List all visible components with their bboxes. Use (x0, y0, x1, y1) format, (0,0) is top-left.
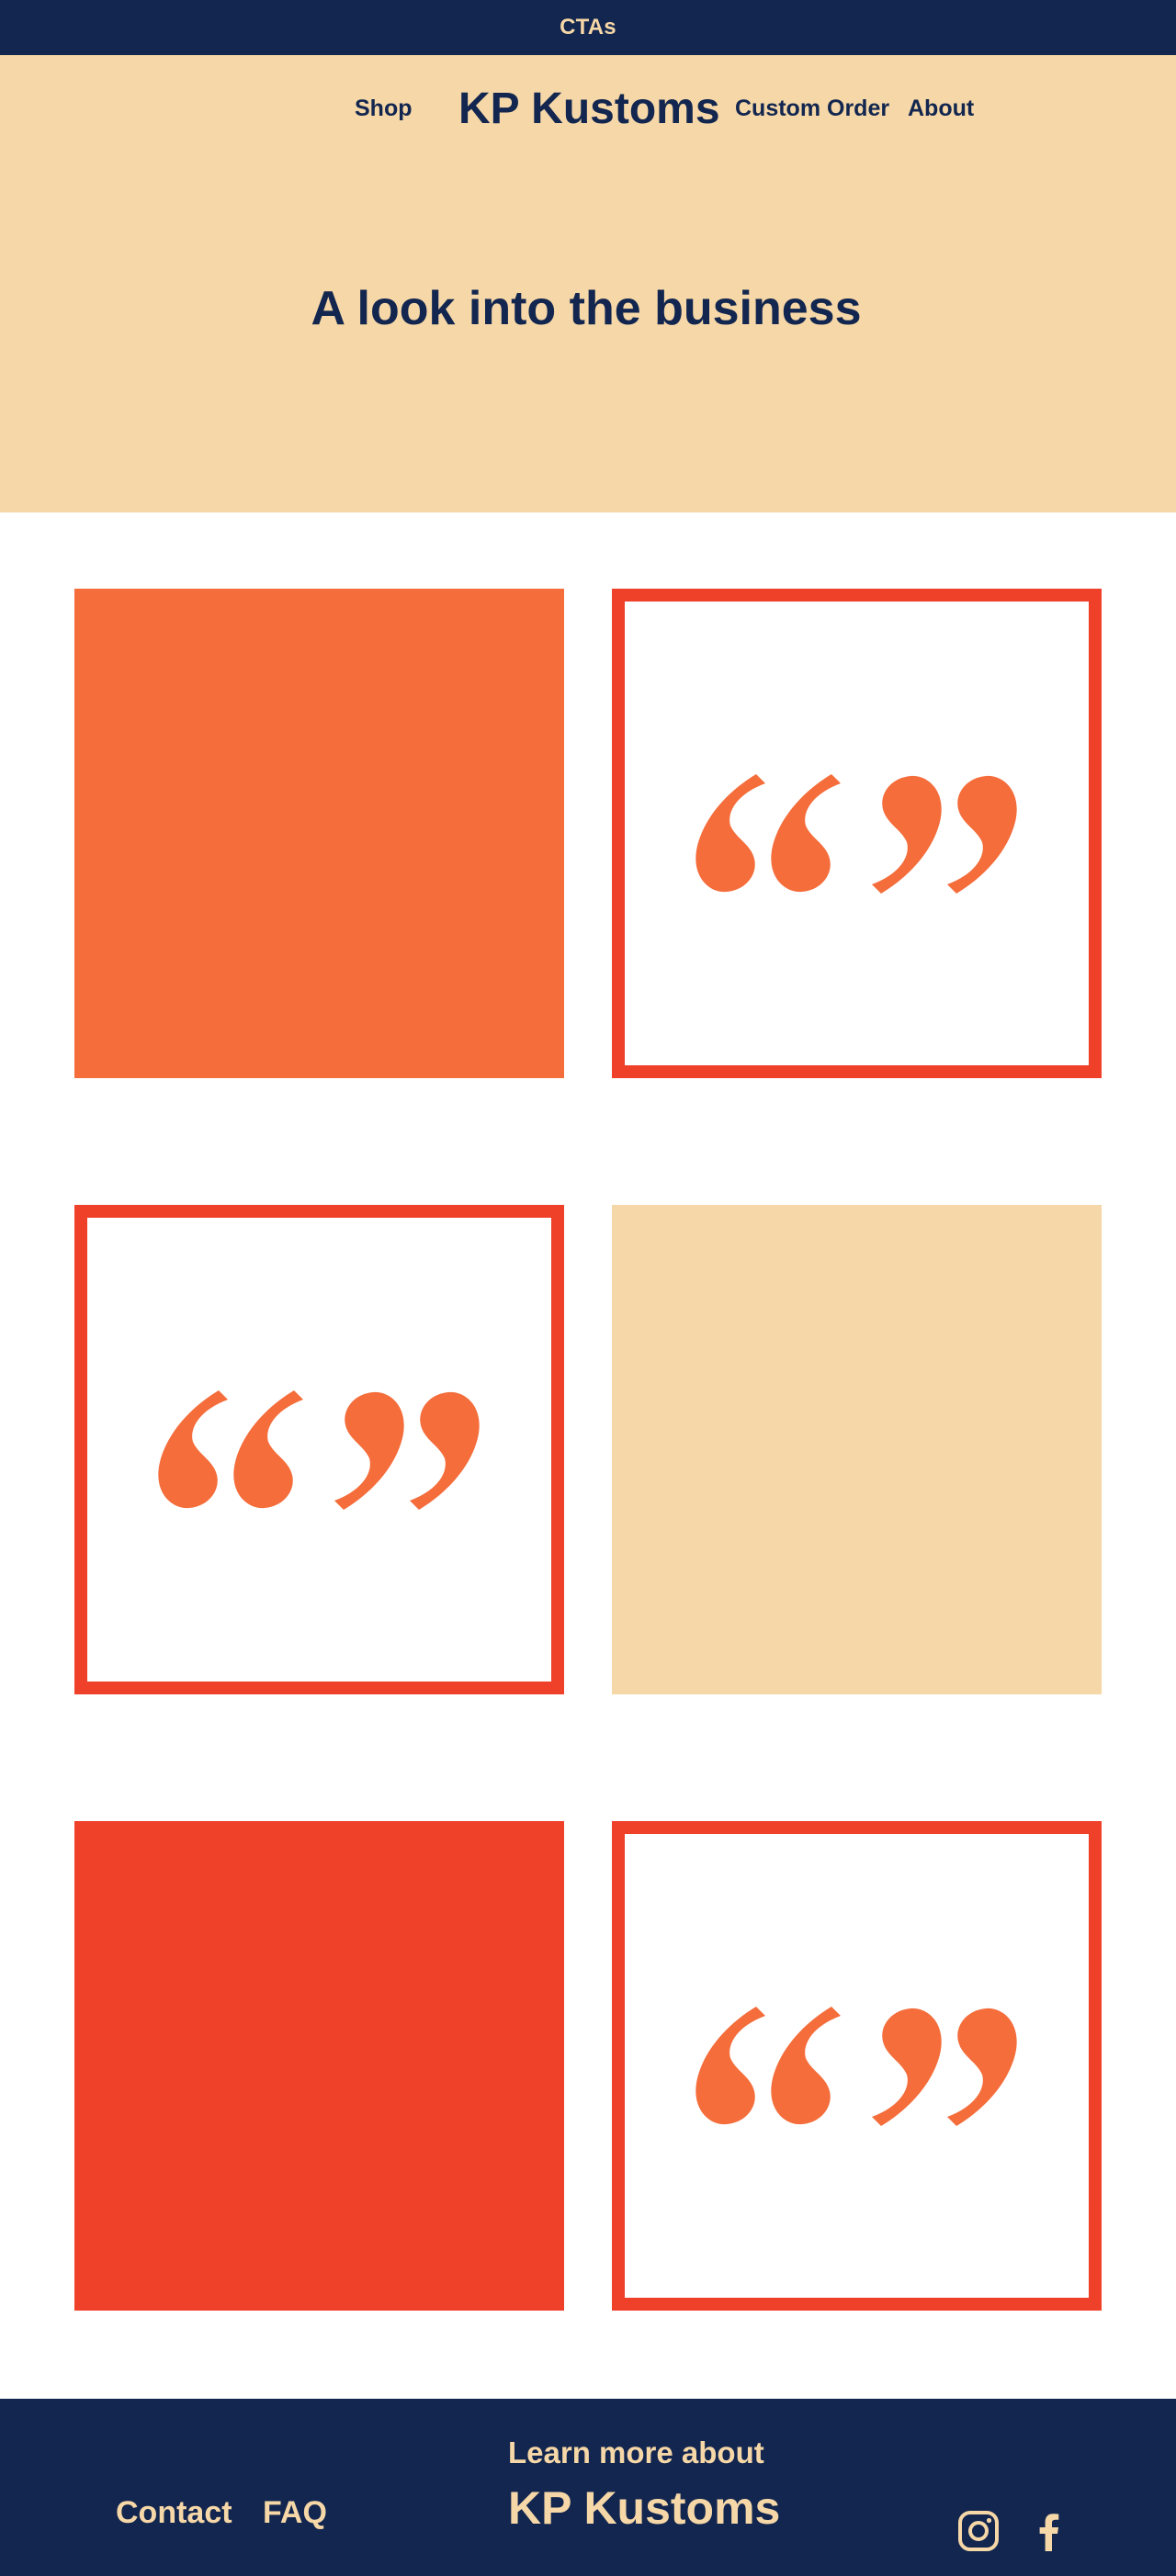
instagram-icon[interactable] (956, 2509, 1001, 2553)
cta-banner-text[interactable]: CTAs (560, 15, 616, 40)
testimonial-tile (74, 1205, 564, 1694)
top-banner: CTAs (0, 0, 1176, 55)
footer: Contact FAQ Learn more about KP Kustoms (0, 2399, 1176, 2576)
brand-logo-link[interactable]: KP Kustoms (458, 81, 720, 136)
page-title-text: A look into the business (311, 282, 862, 335)
image-tile-orange (74, 589, 564, 1078)
footer-contact-link[interactable]: Contact (116, 2492, 232, 2533)
image-tile-peach (612, 1205, 1102, 1694)
footer-tagline: Learn more about (508, 2435, 764, 2469)
main-nav: Shop KP Kustoms Custom Order About (0, 81, 1176, 136)
footer-faq-link[interactable]: FAQ (263, 2492, 327, 2533)
quote-icon (157, 1389, 480, 1510)
testimonial-tile (612, 1821, 1102, 2311)
image-tile-red (74, 1821, 564, 2311)
nav-custom-order-link[interactable]: Custom Order (735, 81, 889, 136)
nav-about-link[interactable]: About (908, 81, 974, 136)
footer-brand: KP Kustoms (508, 2482, 781, 2534)
quote-icon (695, 2006, 1017, 2126)
hero-section: Shop KP Kustoms Custom Order About A loo… (0, 55, 1176, 512)
nav-shop-link[interactable]: Shop (355, 81, 413, 136)
quote-icon (695, 773, 1017, 894)
facebook-icon[interactable] (1027, 2509, 1071, 2553)
testimonial-tile (612, 589, 1102, 1078)
page-title: A look into the business (0, 281, 1176, 336)
